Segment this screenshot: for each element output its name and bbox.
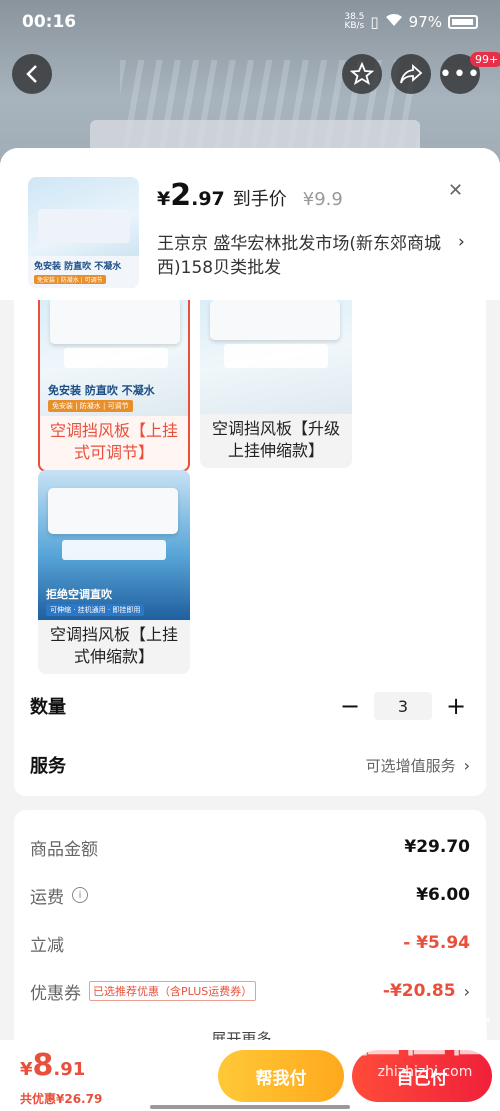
variant-option[interactable]: 空调挡风板【升级上挂伸缩款】 — [200, 300, 352, 468]
watermark-logo: 值值值 zhizhizhi.com — [356, 1011, 494, 1080]
increase-button[interactable]: + — [442, 692, 470, 720]
variant-image: 免安装 防直吹 不凝水 免安装 | 防凝水 | 可调节 — [40, 300, 188, 416]
variant-label: 空调挡风板【上挂式可调节】 — [50, 421, 179, 462]
variant-image — [200, 300, 352, 414]
goods-amount-row: 商品金额 ¥29.70 — [30, 837, 470, 860]
home-indicator[interactable] — [150, 1105, 350, 1109]
favorite-button[interactable] — [342, 54, 382, 94]
chevron-right-icon: › — [463, 755, 470, 775]
total-price: ¥8.91 — [20, 1048, 86, 1083]
share-icon — [400, 64, 423, 84]
price-row: ¥2.97 到手价 ¥9.9 — [157, 178, 343, 213]
quantity-title: 数量 — [30, 697, 66, 718]
wifi-icon — [385, 13, 403, 31]
variant-label: 空调挡风板【升级上挂伸缩款】 — [211, 419, 340, 460]
price-label: 到手价 — [232, 189, 287, 210]
status-bar: 00:16 38.5 KB/s ▯ 97% — [0, 0, 500, 44]
sheet-header: 免安装 防直吹 不凝水 免安装 | 防凝水 | 可调节 ¥2.97 到手价 ¥9… — [0, 148, 500, 300]
notification-badge: 99+ — [470, 52, 500, 67]
star-icon — [350, 62, 374, 85]
info-icon[interactable]: i — [72, 887, 88, 903]
battery-icon — [448, 15, 478, 29]
variant-option[interactable]: 拒绝空调直吹 可伸缩 · 挂机通用 · 即挂即用 空调挡风板【上挂式伸缩款】 — [38, 470, 190, 674]
quantity-field[interactable]: 3 — [374, 692, 432, 720]
variant-label: 空调挡风板【上挂式伸缩款】 — [49, 625, 178, 666]
service-title: 服务 — [30, 756, 66, 777]
decrease-button[interactable]: − — [336, 692, 364, 720]
discount-row: 立减 - ¥5.94 — [30, 933, 470, 956]
service-value: 可选增值服务 — [365, 756, 456, 775]
shop-name[interactable]: 王京京 盛华宏林批发市场(新东郊商城西)158贝类批发 — [157, 232, 447, 280]
back-button[interactable] — [12, 54, 52, 94]
vibrate-icon: ▯ — [370, 13, 379, 31]
network-speed: 38.5 KB/s — [344, 12, 365, 31]
product-thumbnail[interactable]: 免安装 防直吹 不凝水 免安装 | 防凝水 | 可调节 — [28, 177, 139, 288]
variant-image: 拒绝空调直吹 可伸缩 · 挂机通用 · 即挂即用 — [38, 470, 190, 620]
purchase-sheet: 免安装 防直吹 不凝水 免安装 | 防凝水 | 可调节 ¥2.97 到手价 ¥9… — [0, 148, 500, 1111]
share-button[interactable] — [391, 54, 431, 94]
final-price: ¥2.97 — [157, 178, 225, 213]
variant-option[interactable]: 免安装 防直吹 不凝水 免安装 | 防凝水 | 可调节 空调挡风板【上挂式可调节… — [38, 300, 190, 472]
service-row[interactable]: 服务 可选增值服务 › — [14, 734, 486, 796]
close-icon[interactable]: ✕ — [448, 180, 463, 201]
coupon-tag: 已选推荐优惠（含PLUS运费券） — [89, 981, 257, 1001]
quantity-row: 数量 − 3 + — [14, 678, 486, 734]
shipping-row: 运费 i ¥6.00 — [30, 885, 470, 908]
status-time: 00:16 — [22, 12, 77, 32]
help-me-pay-button[interactable]: 帮我付 — [218, 1050, 344, 1102]
chevron-right-icon: › — [463, 981, 470, 1001]
original-price: ¥9.9 — [302, 189, 343, 210]
back-arrow-icon — [26, 65, 37, 83]
total-saved: 共优惠¥26.79 — [20, 1092, 103, 1106]
battery-percent: 97% — [408, 13, 442, 31]
chevron-right-icon[interactable]: › — [458, 232, 465, 252]
